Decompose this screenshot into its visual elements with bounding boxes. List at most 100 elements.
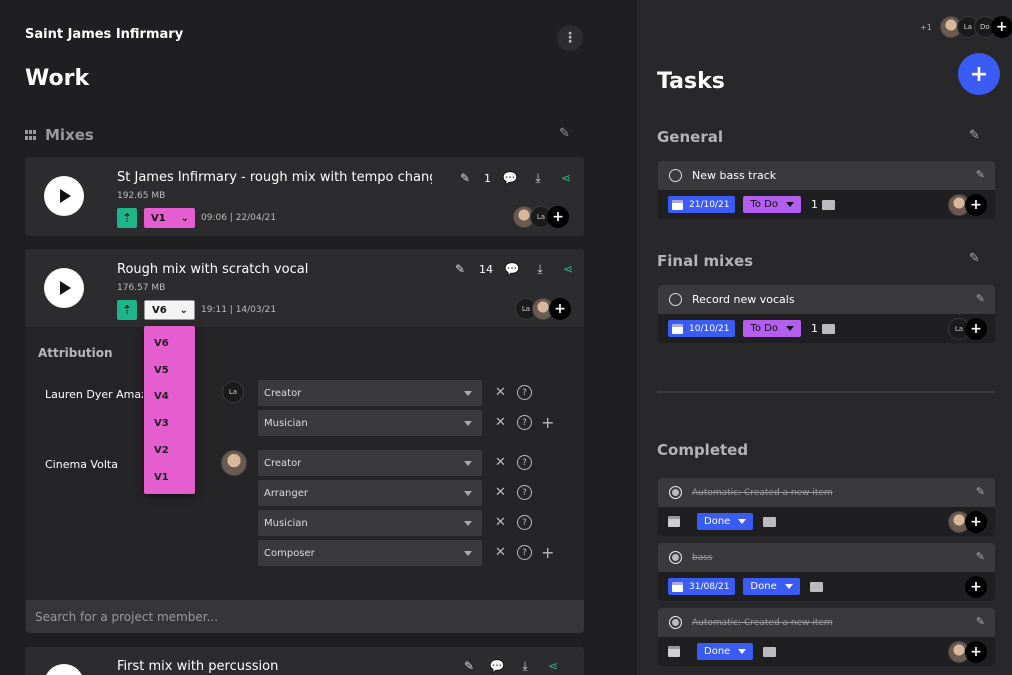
role-select[interactable]: Creator [258,380,482,406]
task-checkbox[interactable] [669,551,682,564]
due-date[interactable]: 21/10/21 [668,196,736,213]
task-header: New bass track ✎ [658,161,995,190]
task-checkbox[interactable] [669,169,682,182]
play-button[interactable] [44,268,84,308]
add-assignee-button[interactable]: + [965,641,987,663]
mix-datetime: 19:11 | 14/03/21 [201,305,277,315]
comments[interactable]: 1 [811,322,835,335]
member-name: Lauren Dyer Amazo [45,388,143,401]
download-icon[interactable]: ⤓ [531,260,549,278]
close-icon[interactable]: ✕ [495,545,506,560]
role-select[interactable]: Creator [258,450,482,476]
help-icon[interactable]: ? [517,515,532,530]
pencil-icon[interactable]: ✎ [976,550,985,563]
add-task-button[interactable]: + [958,53,1000,95]
task-avatars: La + [948,318,987,340]
task-card: New bass track ✎ 21/10/21 To Do 1 + [658,161,995,219]
close-icon[interactable]: ✕ [495,515,506,530]
upload-button[interactable]: ⇡ [117,208,137,228]
version-option[interactable]: V5 [144,357,195,384]
pencil-icon[interactable]: ✎ [559,126,570,141]
upload-button[interactable]: ⇡ [117,300,137,320]
extra-members-count[interactable]: +1 [920,23,932,32]
task-meta: 31/08/21 Done + [658,572,995,601]
pencil-icon[interactable]: ✎ [460,657,478,675]
pencil-icon[interactable]: ✎ [456,169,474,187]
play-button[interactable] [44,176,84,216]
help-icon[interactable]: ? [517,485,532,500]
add-assignee-button[interactable]: + [965,194,987,216]
version-select[interactable]: V6 ⌄ [144,300,195,320]
version-select[interactable]: V1 ⌄ [144,208,195,228]
mix-card: First mix with percussion ✎ 💬 ⤓ ⋖ [25,647,584,675]
calendar-icon[interactable] [668,516,680,527]
add-assignee-button[interactable]: + [965,318,987,340]
status-dropdown[interactable]: To Do [743,320,801,337]
add-member-button[interactable]: + [990,16,1012,38]
version-option[interactable]: V4 [144,384,195,411]
close-icon[interactable]: ✕ [495,455,506,470]
close-icon[interactable]: ✕ [495,385,506,400]
close-icon[interactable]: ✕ [495,415,506,430]
due-date[interactable]: 10/10/21 [668,320,736,337]
comment-icon[interactable]: 💬 [501,169,519,187]
comment-icon[interactable]: 💬 [503,260,521,278]
pencil-icon[interactable]: ✎ [976,168,985,181]
download-icon[interactable]: ⤓ [516,657,534,675]
add-assignee-button[interactable]: + [965,576,987,598]
version-option[interactable]: V3 [144,410,195,437]
add-role-icon[interactable]: + [541,413,554,432]
status-dropdown[interactable]: To Do [743,196,801,213]
add-role-icon[interactable]: + [541,543,554,562]
help-icon[interactable]: ? [517,385,532,400]
help-icon[interactable]: ? [517,545,532,560]
help-icon[interactable]: ? [517,415,532,430]
version-value: V6 [152,304,167,316]
download-icon[interactable]: ⤓ [529,169,547,187]
add-member-button[interactable]: + [547,206,569,228]
comments[interactable] [763,516,777,527]
tasks-panel: +1 La Do + + Tasks General ✎ New bass tr… [637,0,1012,675]
role-select[interactable]: Composer [258,540,482,566]
version-option[interactable]: V1 [144,464,195,491]
close-icon[interactable]: ✕ [495,485,506,500]
role-select[interactable]: Musician [258,410,482,436]
role-value: Musician [264,417,308,429]
mix-datetime: 09:06 | 22/04/21 [201,213,277,223]
status-dropdown[interactable]: Done [697,513,754,530]
add-assignee-button[interactable]: + [965,511,987,533]
mix-card-expanded: Rough mix with scratch vocal 176.57 MB ⇡… [25,249,584,633]
status-dropdown[interactable]: Done [697,643,754,660]
share-icon[interactable]: ⋖ [557,169,575,187]
task-name: Record new vocals [692,293,795,306]
version-option[interactable]: V6 [144,330,195,357]
play-button[interactable] [44,664,84,675]
calendar-icon[interactable] [668,646,680,657]
due-date[interactable]: 31/08/21 [668,578,736,595]
pencil-icon[interactable]: ✎ [976,485,985,498]
kebab-icon[interactable]: ⋮ [557,25,583,51]
pencil-icon[interactable]: ✎ [976,292,985,305]
role-select[interactable]: Musician [258,510,482,536]
pencil-icon[interactable]: ✎ [976,615,985,628]
task-checkbox[interactable] [669,616,682,629]
pencil-icon[interactable]: ✎ [451,260,469,278]
help-icon[interactable]: ? [517,455,532,470]
comment-icon[interactable]: 💬 [488,657,506,675]
status-dropdown[interactable]: Done [743,578,800,595]
pencil-icon[interactable]: ✎ [969,251,980,266]
add-member-button[interactable]: + [549,298,571,320]
comments[interactable]: 1 [811,198,835,211]
pencil-icon[interactable]: ✎ [969,128,980,143]
caret-down-icon [785,326,794,331]
task-checkbox[interactable] [669,486,682,499]
share-icon[interactable]: ⋖ [559,260,577,278]
version-option[interactable]: V2 [144,437,195,464]
share-icon[interactable]: ⋖ [544,657,562,675]
due-date-value: 10/10/21 [689,323,730,334]
role-select[interactable]: Arranger [258,480,482,506]
comments[interactable] [763,646,777,657]
member-search-input[interactable]: Search for a project member... [26,600,584,633]
task-checkbox[interactable] [669,293,682,306]
comments[interactable] [809,581,823,592]
